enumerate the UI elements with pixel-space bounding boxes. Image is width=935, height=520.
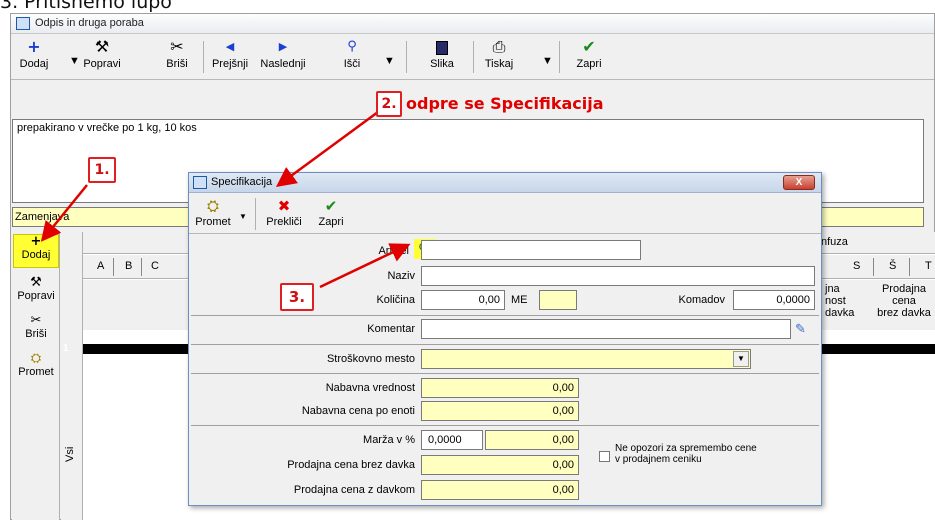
arrow-step3 xyxy=(319,243,411,289)
callout-step3: 3. xyxy=(280,283,314,311)
annotation-arrows xyxy=(40,110,411,289)
arrow-step1 xyxy=(40,184,88,242)
callout-step2: 2. xyxy=(376,91,402,117)
callout-step2-text: odpre se Specifikacija xyxy=(406,94,604,113)
arrow-step2 xyxy=(275,110,379,187)
callout-step1: 1. xyxy=(88,157,116,183)
